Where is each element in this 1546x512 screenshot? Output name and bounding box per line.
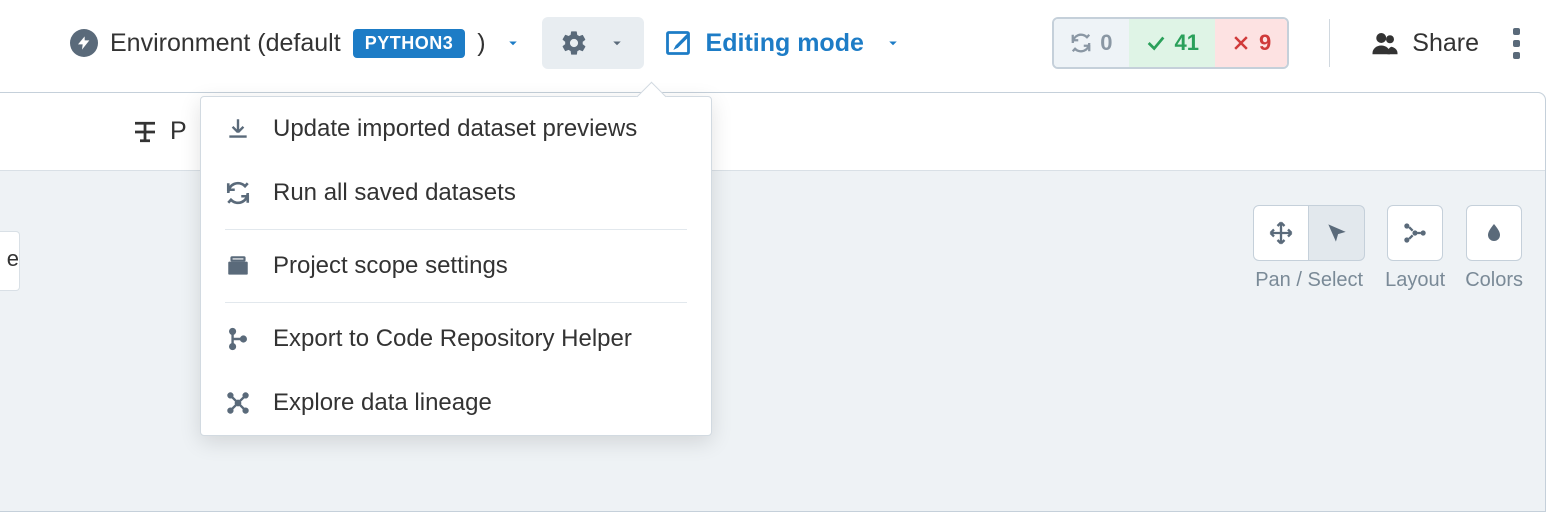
layout-button[interactable] — [1387, 205, 1443, 261]
menu-separator — [225, 229, 687, 230]
status-refresh[interactable]: 0 — [1054, 19, 1128, 67]
kebab-menu-icon[interactable] — [1513, 28, 1520, 59]
settings-dropdown-menu: Update imported dataset previews Run all… — [200, 96, 712, 436]
refresh-count: 0 — [1100, 30, 1112, 56]
menu-project-scope[interactable]: Project scope settings — [201, 234, 711, 298]
editing-mode-label: Editing mode — [706, 29, 864, 58]
top-toolbar: Environment (default PYTHON3 ) Editing m… — [0, 0, 1546, 86]
flow-icon — [130, 117, 160, 147]
menu-run-all[interactable]: Run all saved datasets — [201, 161, 711, 225]
gear-icon — [560, 29, 588, 57]
edit-icon — [664, 29, 692, 57]
menu-export-repo[interactable]: Export to Code Repository Helper — [201, 307, 711, 371]
settings-dropdown-button[interactable] — [542, 17, 644, 69]
editing-mode-selector[interactable]: Editing mode — [664, 29, 902, 58]
left-panel-peek[interactable]: e — [0, 231, 20, 291]
bolt-icon — [70, 29, 98, 57]
chevron-down-icon — [608, 34, 626, 52]
menu-item-label: Update imported dataset previews — [273, 115, 637, 143]
people-icon — [1370, 28, 1400, 58]
tab-item[interactable]: P — [130, 117, 187, 147]
language-badge: PYTHON3 — [353, 29, 466, 58]
chevron-down-icon — [884, 34, 902, 52]
colors-label: Colors — [1465, 269, 1523, 292]
menu-item-label: Export to Code Repository Helper — [273, 325, 632, 353]
colors-button[interactable] — [1466, 205, 1522, 261]
colors-group: Colors — [1465, 205, 1523, 292]
pan-select-group: Pan / Select — [1253, 205, 1365, 292]
environment-selector[interactable]: Environment (default PYTHON3 ) — [70, 29, 522, 58]
fail-count: 9 — [1259, 30, 1271, 56]
tab-label-fragment: P — [170, 117, 187, 146]
pan-button[interactable] — [1253, 205, 1309, 261]
status-pass[interactable]: 41 — [1129, 19, 1215, 67]
menu-item-label: Project scope settings — [273, 252, 508, 280]
canvas-controls: Pan / Select Layout Colors — [1253, 205, 1523, 292]
share-label: Share — [1412, 29, 1479, 58]
select-button[interactable] — [1309, 205, 1365, 261]
chevron-down-icon — [504, 34, 522, 52]
environment-suffix: ) — [477, 29, 485, 58]
share-button[interactable]: Share — [1370, 28, 1479, 58]
menu-item-label: Explore data lineage — [273, 389, 492, 417]
divider — [1329, 19, 1330, 67]
layout-group: Layout — [1385, 205, 1445, 292]
menu-data-lineage[interactable]: Explore data lineage — [201, 371, 711, 435]
status-fail[interactable]: 9 — [1215, 19, 1287, 67]
environment-label: Environment (default — [110, 29, 341, 58]
status-indicators: 0 41 9 — [1052, 17, 1289, 69]
menu-item-label: Run all saved datasets — [273, 179, 516, 207]
pass-count: 41 — [1175, 30, 1199, 56]
menu-update-previews[interactable]: Update imported dataset previews — [201, 97, 711, 161]
layout-label: Layout — [1385, 269, 1445, 292]
pan-select-label: Pan / Select — [1255, 269, 1363, 292]
menu-separator — [225, 302, 687, 303]
